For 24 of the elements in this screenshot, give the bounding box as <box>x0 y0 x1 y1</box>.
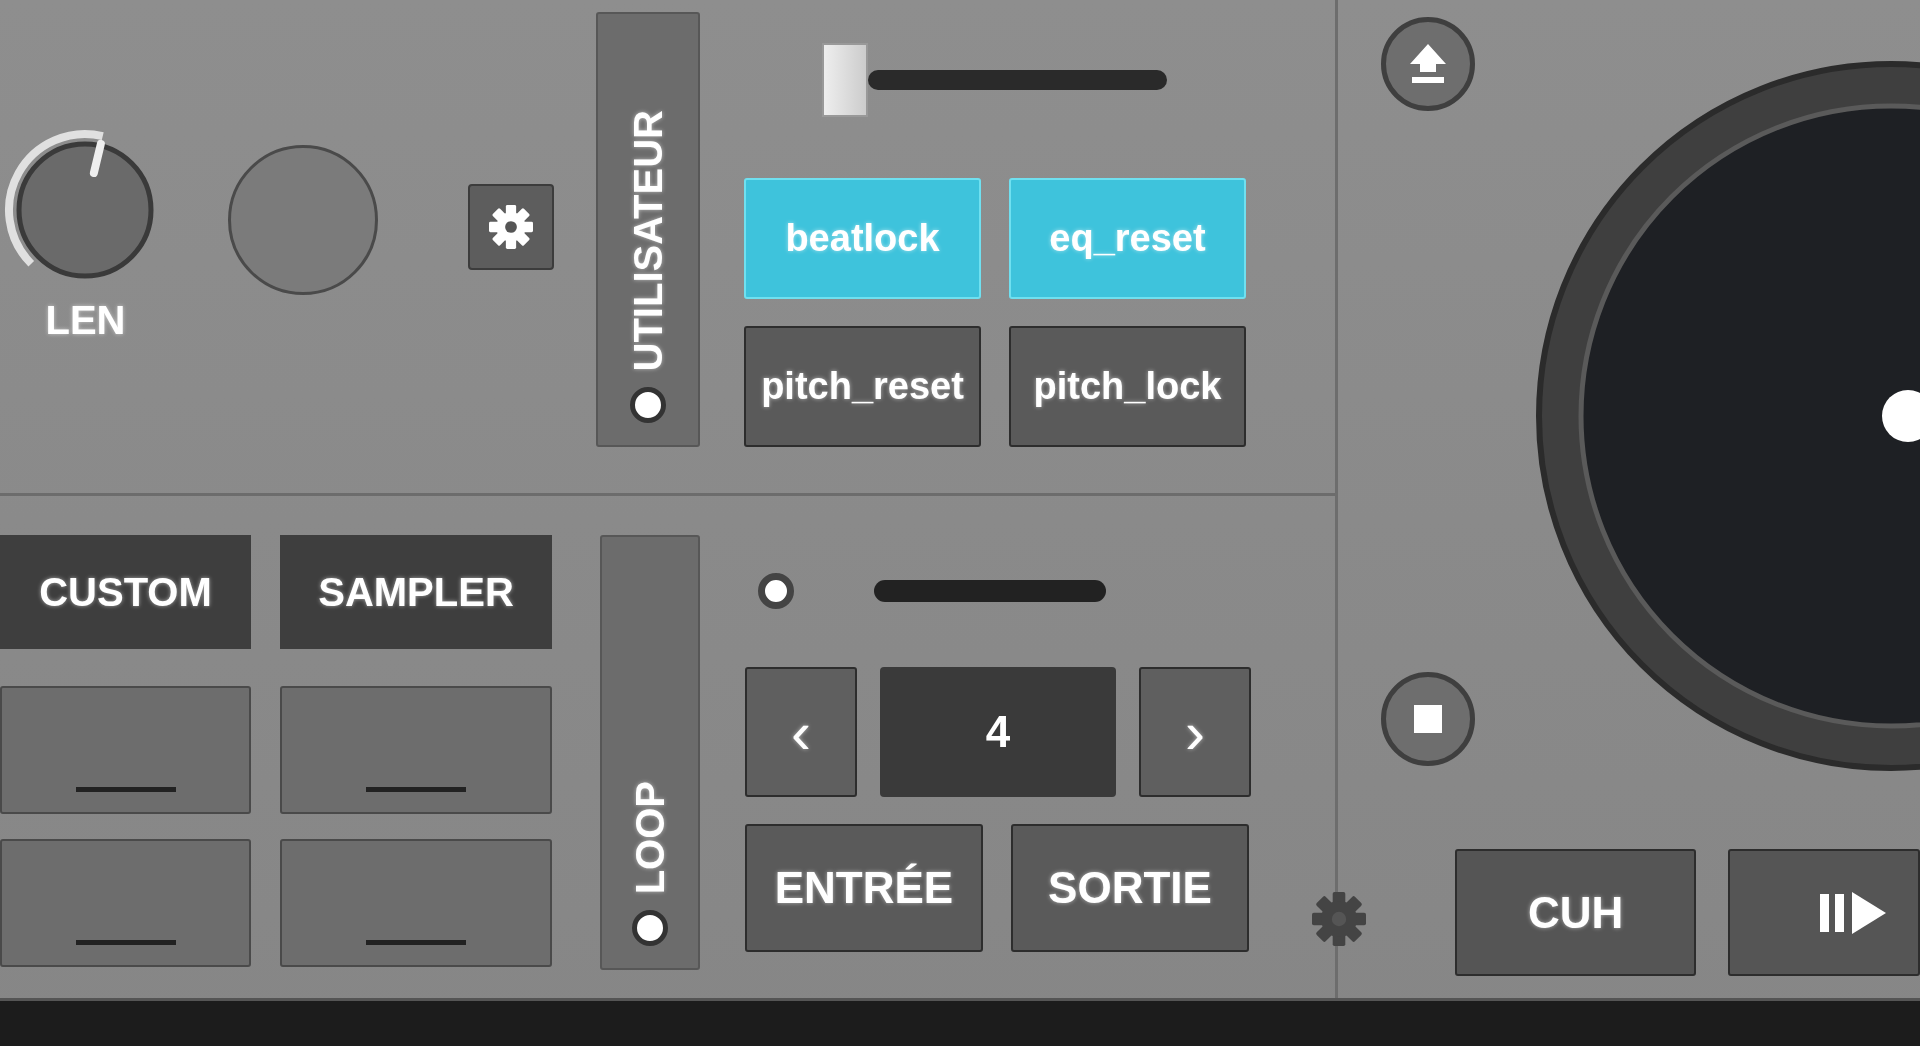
previous-button[interactable]: ‹ <box>745 667 857 797</box>
panel-label: UTILISATEUR <box>625 109 671 371</box>
loop-button[interactable]: SORTIE <box>1011 824 1249 952</box>
settings-button[interactable] <box>468 184 554 270</box>
settings-icon <box>1312 892 1366 946</box>
knob-label: LEN <box>45 298 126 343</box>
panel-label: LOOP <box>627 780 673 894</box>
toggle-button[interactable]: pitch_lock <box>1009 326 1246 447</box>
play-pause-button[interactable] <box>1728 849 1920 976</box>
slider-track[interactable] <box>874 580 1106 602</box>
indicator-dot <box>632 910 668 946</box>
toggle-button[interactable]: pitch_reset <box>744 326 981 447</box>
mode-tab[interactable]: SAMPLER <box>280 535 552 649</box>
cue-button[interactable]: CUH <box>1455 849 1697 976</box>
settings-icon <box>489 205 533 249</box>
slider-thumb[interactable] <box>822 43 868 117</box>
indicator-dot <box>630 387 666 423</box>
loop-size: 4 <box>880 667 1116 797</box>
stop-icon <box>1414 705 1442 733</box>
loop-button[interactable]: ENTRÉE <box>745 824 983 952</box>
slider[interactable] <box>822 43 1167 116</box>
indicator-dot <box>758 573 794 609</box>
mode-tab[interactable]: CUSTOM <box>0 535 251 649</box>
next-button[interactable]: › <box>1139 667 1251 797</box>
